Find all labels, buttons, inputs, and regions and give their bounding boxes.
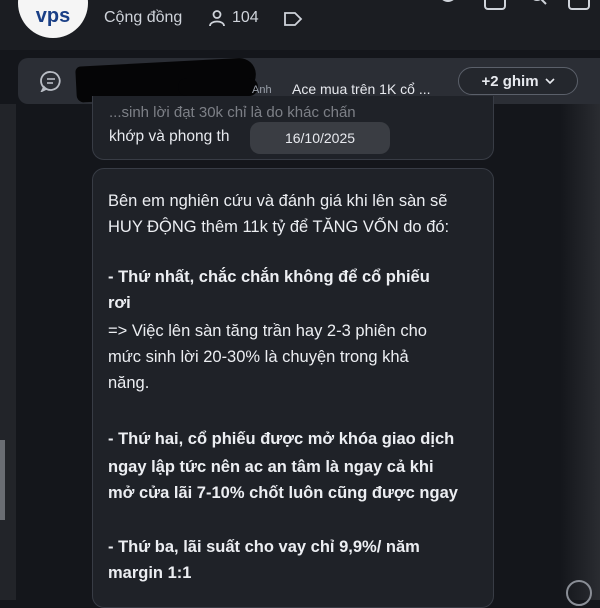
right-panel-edge <box>560 104 600 606</box>
more-pins-label: +2 ghim <box>481 72 539 90</box>
message-text-partial: ...sinh lời đạt 30k chỉ là do khác chấn <box>109 104 356 121</box>
pinned-title[interactable]: Ace mua trên 1K cổ ... <box>292 81 431 97</box>
more-pins-button[interactable]: +2 ghim <box>458 67 578 95</box>
message-line: rơi <box>108 294 131 312</box>
message-line: margin 1:1 <box>108 564 192 582</box>
group-avatar[interactable]: vps <box>18 0 88 38</box>
tag-icon[interactable] <box>283 11 303 27</box>
video-icon[interactable] <box>484 0 506 10</box>
message-line: ngay lập tức nên ac an tâm là ngay cả kh… <box>108 458 434 476</box>
message-line: HUY ĐỘNG thêm 11k tỷ để TĂNG VỐN do đó: <box>108 218 450 236</box>
date-separator: 16/10/2025 <box>250 122 390 154</box>
message-line: => Việc lên sàn tăng trần hay 2-3 phiên … <box>108 322 427 340</box>
pinned-author: Anh <box>252 84 272 96</box>
member-count[interactable]: 104 <box>208 9 259 27</box>
message-line: - Thứ hai, cổ phiếu được mở khóa giao dị… <box>108 430 455 448</box>
logo-text: vps <box>35 5 71 27</box>
message-line: năng. <box>108 374 150 392</box>
action-icon[interactable] <box>566 580 592 606</box>
message-line: - Thứ ba, lãi suất cho vay chỉ 9,9%/ năm <box>108 538 420 556</box>
chat-bubble-icon <box>40 71 61 92</box>
chevron-down-icon <box>544 78 555 85</box>
people-group-icon[interactable] <box>436 0 460 8</box>
message-line: Bên em nghiên cứu và đánh giá khi lên sà… <box>108 192 448 210</box>
member-count-value: 104 <box>232 9 259 26</box>
community-header: vps Cộng đồng 104 <box>0 0 600 50</box>
left-panel-edge <box>0 104 16 600</box>
message-text: khớp và phong th <box>109 128 230 145</box>
message-line: mở cửa lãi 7-10% chốt luôn cũng được nga… <box>108 484 458 502</box>
search-icon[interactable] <box>528 0 550 8</box>
redaction-scribble <box>178 78 258 96</box>
message-line: - Thứ nhất, chắc chắn không để cổ phiếu <box>108 268 430 286</box>
window-icon[interactable] <box>568 0 590 10</box>
message-line: mức sinh lời 20-30% là chuyện trong khả <box>108 348 409 366</box>
scroll-indicator <box>0 440 5 520</box>
community-label: Cộng đồng <box>104 9 183 26</box>
people-icon <box>209 10 225 27</box>
